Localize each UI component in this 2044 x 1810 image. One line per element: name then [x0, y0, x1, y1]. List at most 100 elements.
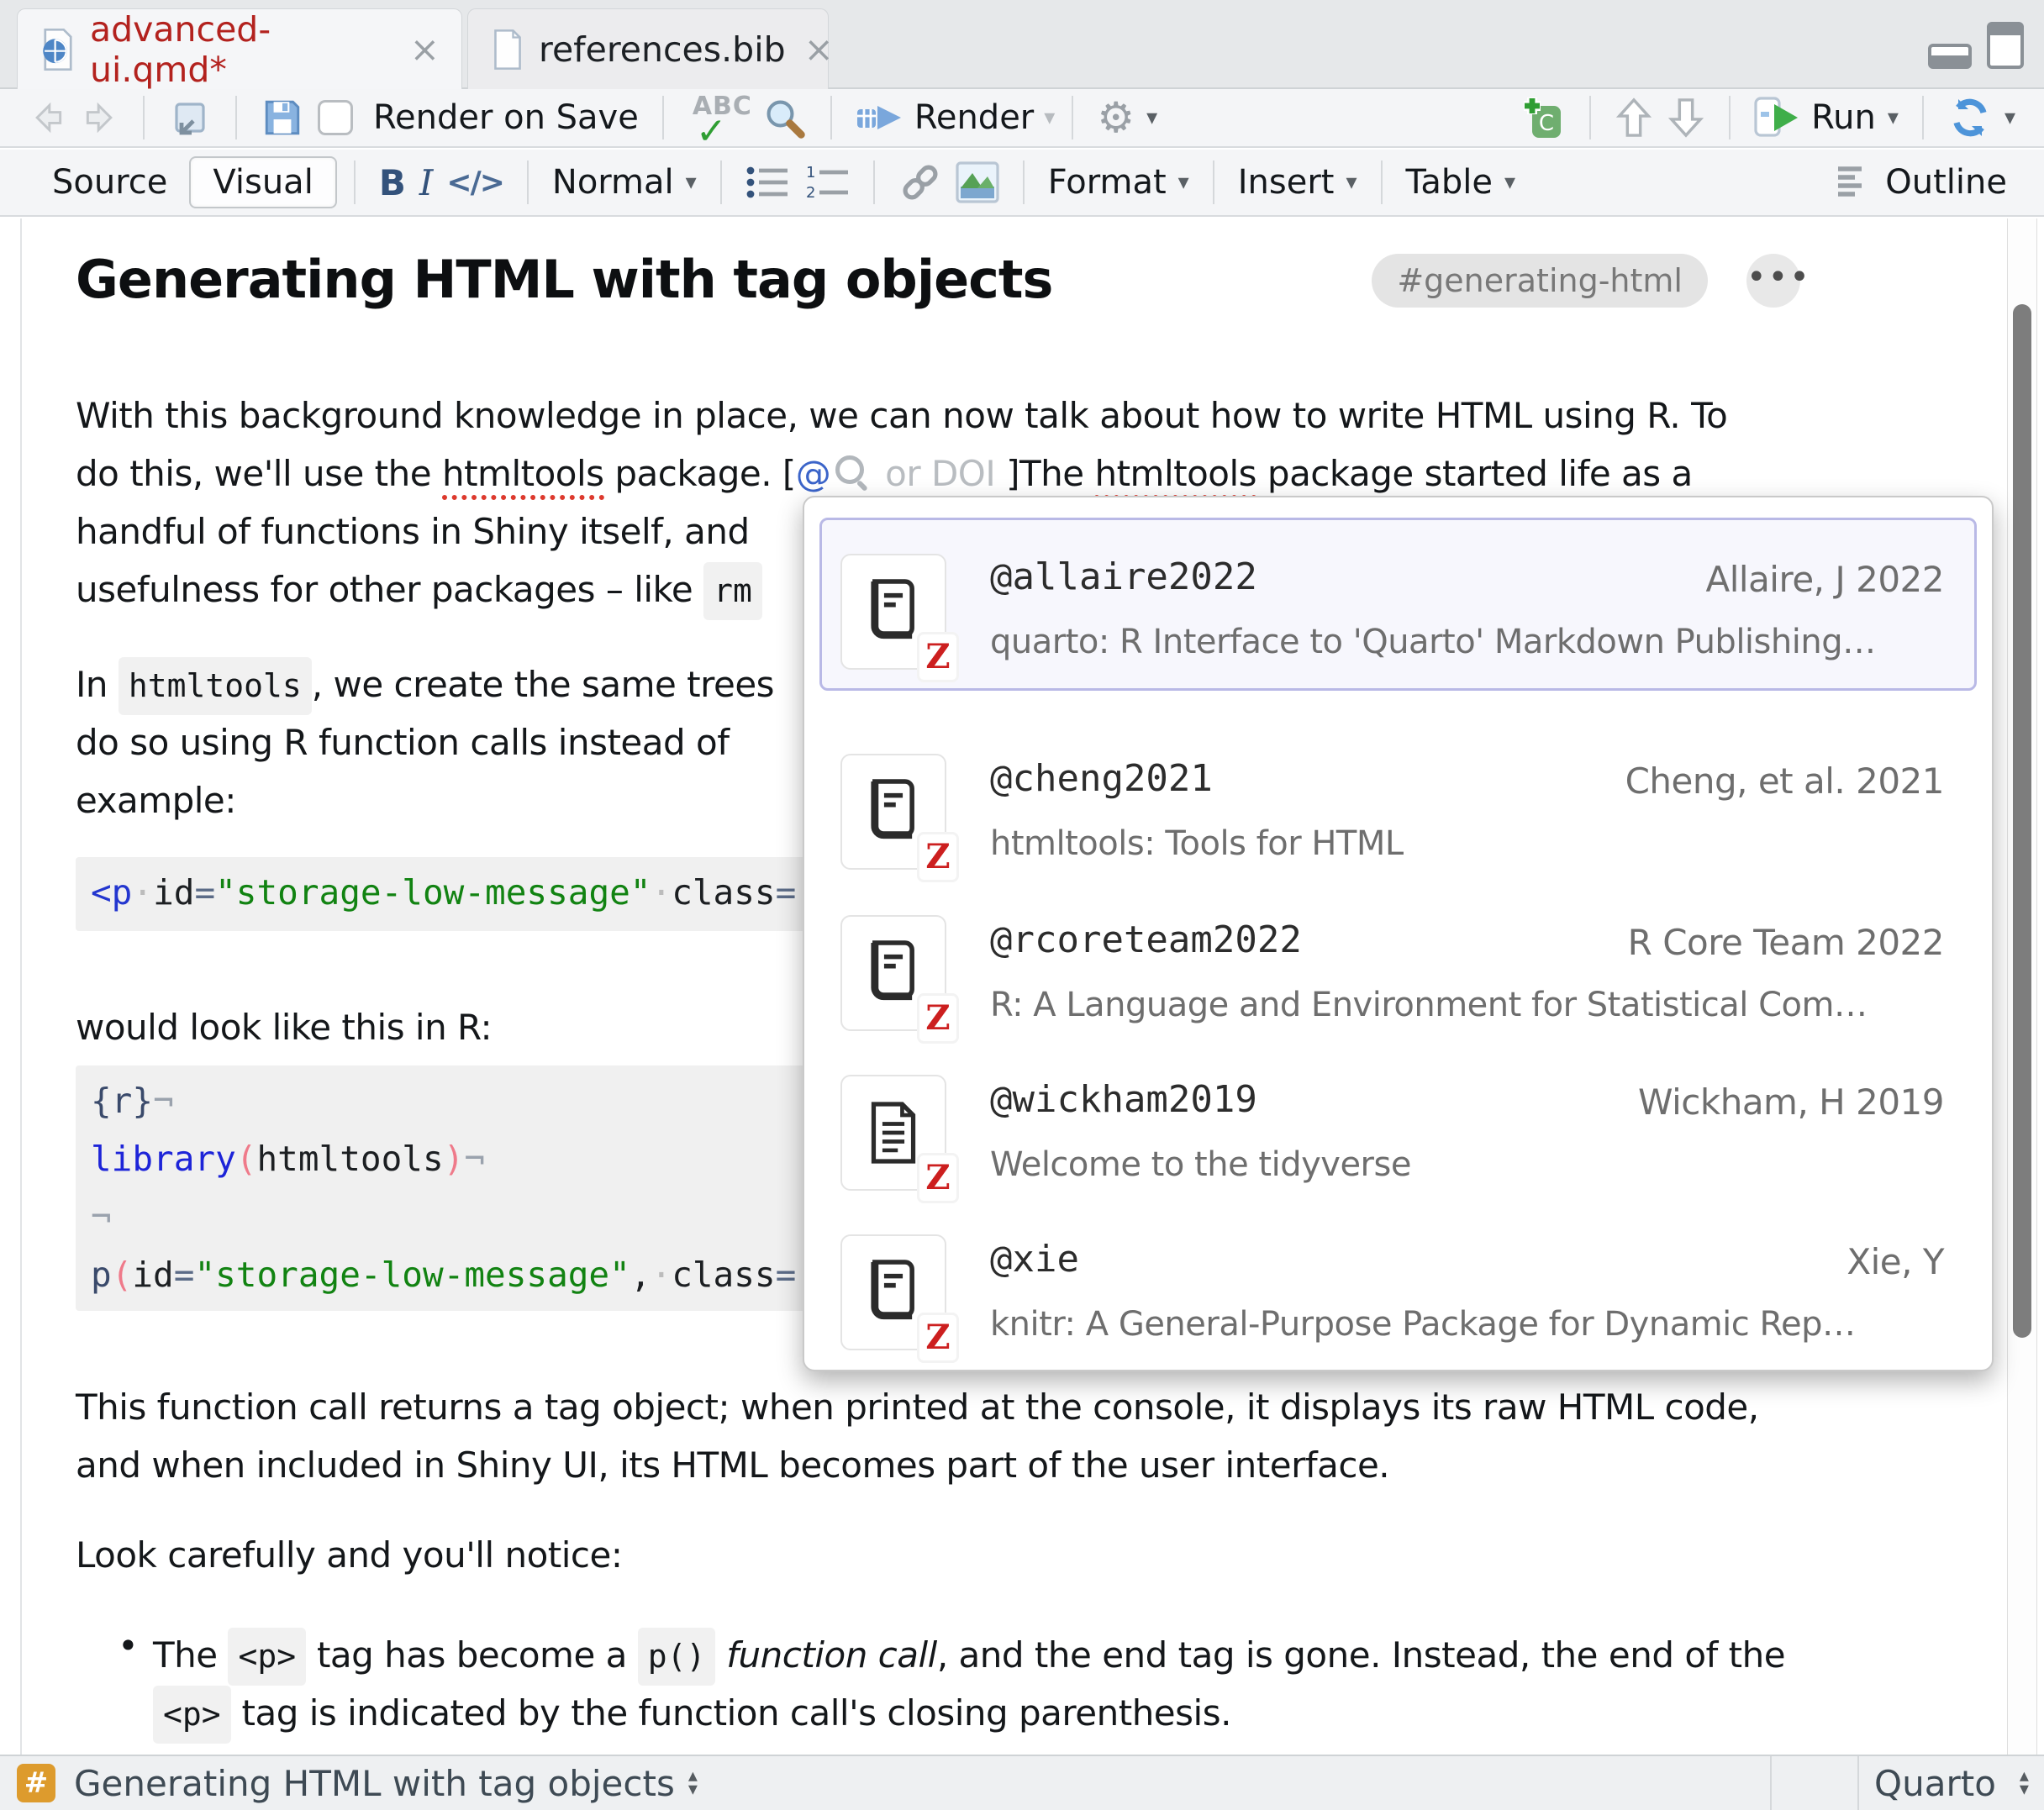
inline-code-button[interactable]: </>	[440, 157, 509, 208]
save-button[interactable]	[254, 92, 311, 143]
render-on-save-checkbox[interactable]: Render on Save	[311, 92, 645, 143]
back-button[interactable]	[22, 92, 74, 143]
citation-popup: Z @allaire2022 Allaire, J 2022 quarto: R In…	[803, 496, 1994, 1371]
tab-label: references.bib	[539, 29, 786, 70]
citation-author: Allaire, J 2022	[1706, 559, 1945, 600]
citation-author: Xie, Y	[1846, 1241, 1944, 1282]
pane-window-controls	[1928, 22, 2024, 69]
citation-id: @rcoreteam2022	[990, 918, 1302, 961]
zotero-badge-icon: Z	[919, 996, 956, 1041]
open-in-new-window-button[interactable]	[161, 92, 219, 143]
section-hash-icon: #	[17, 1764, 55, 1802]
citation-item[interactable]: Z @xie Xie, Y knitr: A General-Purpose Pack…	[819, 1222, 1977, 1366]
book-icon: Z	[840, 754, 946, 870]
citation-author: Cheng, et al. 2021	[1625, 760, 1944, 802]
svg-text:1: 1	[806, 164, 815, 182]
insert-chunk-button[interactable]: C	[1514, 92, 1573, 143]
sort-arrows-icon: ▴▾	[2020, 1770, 2029, 1797]
render-options-caret[interactable]: ▾	[1044, 105, 1055, 130]
chevron-down-icon: ▾	[686, 170, 697, 195]
section-anchor-badge: #generating-html	[1372, 254, 1708, 308]
svg-text:C: C	[1539, 111, 1554, 136]
citation-id: @wickham2019	[990, 1078, 1257, 1121]
editor-status-bar: # Generating HTML with tag objects ▴▾ Qu…	[0, 1755, 2044, 1810]
citation-title: htmltools: Tools for HTML	[990, 824, 1404, 863]
run-options-caret[interactable]: ▾	[1888, 105, 1899, 130]
rerun-options-caret[interactable]: ▾	[2004, 105, 2015, 130]
image-button[interactable]	[949, 157, 1006, 208]
citation-id: @cheng2021	[990, 757, 1213, 800]
sort-arrows-icon: ▴▾	[688, 1770, 698, 1797]
gear-icon: ⚙	[1097, 97, 1135, 139]
chevron-down-icon: ▾	[1504, 170, 1515, 195]
citation-id: @allaire2022	[990, 555, 1257, 598]
citation-title: R: A Language and Environment for Statis…	[990, 986, 1867, 1024]
quarto-doc-icon	[40, 28, 76, 71]
close-icon[interactable]: ×	[410, 32, 440, 67]
tab-references[interactable]: references.bib ×	[467, 8, 829, 89]
maximize-pane-icon[interactable]	[1987, 22, 2024, 69]
citation-title: Welcome to the tidyverse	[990, 1145, 1411, 1184]
book-icon: Z	[840, 915, 946, 1031]
minimize-pane-icon[interactable]	[1928, 35, 1972, 69]
status-section-selector[interactable]: Generating HTML with tag objects	[74, 1763, 675, 1804]
citation-author: R Core Team 2022	[1628, 922, 1944, 963]
book-icon: Z	[840, 554, 946, 670]
vertical-scrollbar[interactable]	[2007, 218, 2037, 1755]
close-icon[interactable]: ×	[804, 32, 834, 67]
zotero-badge-icon: Z	[919, 1155, 956, 1201]
chevron-down-icon: ▾	[1346, 170, 1357, 195]
editor-left-border	[20, 218, 22, 1755]
go-next-section-button[interactable]	[1660, 92, 1712, 143]
go-previous-section-button[interactable]	[1608, 92, 1660, 143]
citation-title: knitr: A General-Purpose Package for Dyn…	[990, 1305, 1855, 1344]
paragraph-style-select[interactable]: Normal ▾	[545, 157, 703, 208]
render-button[interactable]: Render	[849, 92, 1040, 143]
citation-item[interactable]: Z @allaire2022 Allaire, J 2022 quarto: R In…	[819, 518, 1977, 691]
visual-editor-content[interactable]: Generating HTML with tag objects #genera…	[0, 218, 2044, 1755]
chevron-down-icon: ▾	[1146, 105, 1157, 130]
chevron-down-icon: ▾	[1178, 170, 1189, 195]
run-button[interactable]: Run ▾	[1747, 92, 1905, 143]
citation-id: @xie	[990, 1238, 1079, 1281]
render-settings-button[interactable]: ⚙ ▾	[1090, 92, 1164, 143]
numbered-list-button[interactable]: 12	[798, 157, 856, 208]
bullet-marker: •	[118, 1625, 139, 1666]
forward-button[interactable]	[74, 92, 126, 143]
status-spacer-cell	[1770, 1756, 1857, 1810]
citation-item[interactable]: Z @rcoreteam2022 R Core Team 2022 R: A Lang…	[819, 902, 1977, 1059]
citation-author: Wickham, H 2019	[1638, 1081, 1944, 1123]
file-icon	[490, 29, 525, 71]
find-replace-button[interactable]	[755, 92, 814, 143]
table-menu[interactable]: Table ▾	[1399, 157, 1523, 208]
file-toolbar: Render on Save ABC ✓ Render ▾ ⚙ ▾ C	[0, 89, 2044, 148]
rstudio-window: advanced-ui.qmd* × references.bib ×	[0, 0, 2044, 1810]
svg-text:2: 2	[806, 184, 815, 201]
italic-button[interactable]: I	[413, 157, 440, 208]
search-icon	[834, 454, 871, 491]
spellcheck-button[interactable]: ABC ✓	[681, 92, 755, 143]
zotero-badge-icon: Z	[919, 634, 956, 680]
bullet-list-button[interactable]	[739, 157, 798, 208]
rerun-button[interactable]: ▾	[1941, 92, 2022, 143]
bold-button[interactable]: B	[372, 157, 413, 208]
page-title: Generating HTML with tag objects	[76, 249, 1052, 310]
document-mode-selector[interactable]: Quarto ▴▾	[1857, 1756, 2044, 1810]
insert-menu[interactable]: Insert ▾	[1231, 157, 1364, 208]
tab-advanced-ui[interactable]: advanced-ui.qmd* ×	[17, 8, 462, 89]
citation-item[interactable]: Z @cheng2021 Cheng, et al. 2021 htmltools: …	[819, 741, 1977, 897]
scrollbar-thumb[interactable]	[2013, 304, 2031, 1338]
checkbox[interactable]	[318, 100, 353, 135]
outline-toggle[interactable]: Outline	[1828, 157, 2014, 208]
citation-item[interactable]: Z @wickham2019 Wickham, H 2019 Welcome to t…	[819, 1062, 1977, 1218]
citation-title: quarto: R Interface to 'Quarto' Markdown…	[990, 623, 1876, 661]
source-mode-button[interactable]: Source	[30, 158, 189, 207]
book-icon: Z	[840, 1234, 946, 1350]
zotero-badge-icon: Z	[919, 1315, 956, 1360]
block-options-button[interactable]: •••	[1746, 254, 1800, 308]
link-button[interactable]	[892, 157, 949, 208]
format-menu[interactable]: Format ▾	[1041, 157, 1196, 208]
editor-tab-bar: advanced-ui.qmd* × references.bib ×	[0, 0, 2044, 89]
spellcheck-icon: ABC ✓	[687, 93, 748, 142]
visual-mode-button[interactable]: Visual	[189, 156, 336, 208]
